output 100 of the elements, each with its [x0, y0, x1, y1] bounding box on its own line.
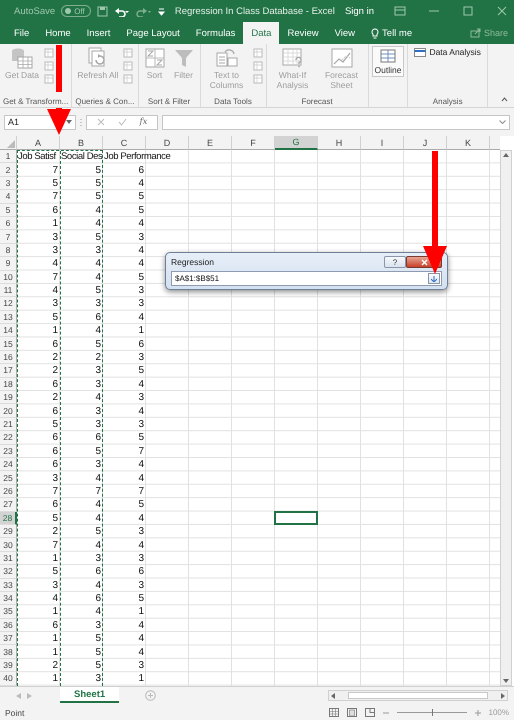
row-header[interactable]: 16	[0, 350, 17, 364]
row-header[interactable]: 21	[0, 418, 17, 432]
row-header[interactable]: 4	[0, 190, 17, 204]
add-sheet-icon[interactable]	[145, 690, 156, 701]
column-header[interactable]: G	[275, 136, 318, 150]
scroll-up-icon[interactable]	[503, 153, 509, 157]
close-icon	[420, 258, 428, 266]
checkmark-icon[interactable]	[118, 118, 127, 126]
column-header[interactable]: K	[447, 136, 490, 150]
maximize-icon[interactable]	[462, 6, 474, 16]
ribbon-tab[interactable]: View	[326, 22, 364, 44]
row-header[interactable]: 34	[0, 592, 17, 606]
column-header[interactable]: J	[404, 136, 447, 150]
row-header[interactable]: 29	[0, 524, 17, 538]
column-header[interactable]: I	[361, 136, 404, 150]
row-header[interactable]: 31	[0, 552, 17, 566]
row-header[interactable]: 38	[0, 645, 17, 659]
row-header[interactable]: 8	[0, 244, 17, 258]
row-header[interactable]: 30	[0, 538, 17, 552]
row-header[interactable]: 19	[0, 391, 17, 404]
row-header[interactable]: 22	[0, 431, 17, 445]
row-header[interactable]: 13	[0, 310, 17, 324]
table-cell-text: 4	[137, 176, 145, 190]
row-header[interactable]: 25	[0, 471, 17, 485]
insert-function-button[interactable]: fx	[140, 117, 148, 127]
zoom-in-icon[interactable]	[474, 710, 481, 716]
row-header[interactable]: 11	[0, 284, 17, 298]
undo-icon[interactable]	[114, 6, 130, 16]
row-header[interactable]: 6	[0, 216, 17, 230]
row-header[interactable]: 40	[0, 672, 17, 686]
ribbon-tab[interactable]: Formulas	[188, 22, 244, 44]
cancel-icon[interactable]	[96, 118, 104, 126]
select-all-icon[interactable]	[7, 140, 15, 148]
row-header[interactable]: 26	[0, 484, 17, 498]
row-header[interactable]: 20	[0, 404, 17, 418]
column-header[interactable]: H	[318, 136, 361, 150]
row-header[interactable]: 17	[0, 364, 17, 378]
redo-icon[interactable]	[136, 6, 152, 16]
table-cell-text: 2	[51, 659, 59, 672]
scroll-left-icon[interactable]	[331, 692, 335, 698]
row-header[interactable]: 12	[0, 297, 17, 311]
ribbon-tab[interactable]: Home	[37, 22, 79, 44]
table-cell-text: 1	[137, 324, 145, 338]
row-header[interactable]: 18	[0, 378, 17, 392]
help-button[interactable]: ?	[384, 256, 406, 268]
row-header[interactable]: 28	[0, 512, 17, 525]
row-header[interactable]: 23	[0, 444, 17, 458]
row-header[interactable]: 33	[0, 578, 17, 592]
ribbon-tab[interactable]: Data	[243, 22, 280, 44]
close-icon[interactable]	[496, 6, 508, 16]
table-cell-text: 5	[94, 230, 102, 244]
expand-icon[interactable]	[499, 120, 506, 124]
row-header[interactable]: 9	[0, 257, 17, 271]
customize-icon[interactable]	[158, 6, 165, 16]
range-input[interactable]: $A$1:$B$51	[171, 271, 442, 286]
previous-sheet-icon[interactable]	[16, 693, 21, 699]
row-header[interactable]: 7	[0, 230, 17, 244]
row-header[interactable]: 1	[0, 150, 17, 164]
column-header[interactable]: C	[103, 136, 146, 150]
column-header[interactable]: E	[189, 136, 232, 150]
vertical-scrollbar[interactable]	[500, 150, 512, 686]
row-header[interactable]: 36	[0, 618, 17, 632]
horizontal-scrollbar[interactable]	[328, 690, 508, 701]
active-cell[interactable]	[274, 510, 318, 525]
column-header[interactable]: A	[17, 136, 60, 150]
table-cell-text: 6	[51, 498, 59, 512]
scroll-right-icon[interactable]	[501, 692, 505, 698]
ribbon-tab[interactable]: File	[6, 22, 38, 44]
row-header[interactable]: 5	[0, 204, 17, 217]
row-header[interactable]: 14	[0, 324, 17, 338]
normal-view-icon[interactable]	[328, 708, 339, 717]
ribbon-tab[interactable]: Insert	[78, 22, 118, 44]
row-header[interactable]: 15	[0, 337, 17, 351]
scroll-down-icon[interactable]	[503, 679, 509, 683]
column-header[interactable]: B	[60, 136, 103, 150]
formula-input[interactable]	[162, 114, 510, 130]
save-icon[interactable]	[96, 6, 108, 16]
row-header[interactable]: 32	[0, 565, 17, 578]
ribbon-tab[interactable]: Page Layout	[118, 22, 188, 44]
line-chart-icon	[330, 47, 354, 69]
page-layout-icon[interactable]	[346, 708, 357, 717]
sheet-tab[interactable]: Sheet1	[60, 687, 120, 703]
row-header[interactable]: 27	[0, 498, 17, 512]
sign-in-link[interactable]: Sign in	[344, 6, 374, 16]
next-sheet-icon[interactable]	[27, 693, 32, 699]
expand-dialog-button[interactable]	[428, 273, 440, 284]
table-cell-text: 4	[94, 204, 102, 217]
row-header[interactable]: 10	[0, 270, 17, 284]
row-header[interactable]: 39	[0, 658, 17, 672]
page-break-icon[interactable]	[364, 708, 375, 717]
row-header[interactable]: 3	[0, 176, 17, 190]
row-header[interactable]: 24	[0, 458, 17, 472]
tell-me-search[interactable]: Tell me	[363, 22, 420, 44]
ribbon-display-icon[interactable]	[394, 6, 406, 16]
row-header[interactable]: 35	[0, 605, 17, 619]
column-header[interactable]: D	[146, 136, 189, 150]
row-header[interactable]: 2	[0, 163, 17, 177]
ribbon-tab[interactable]: Review	[279, 22, 327, 44]
zoom-out-icon[interactable]	[382, 710, 389, 716]
row-header[interactable]: 37	[0, 632, 17, 646]
